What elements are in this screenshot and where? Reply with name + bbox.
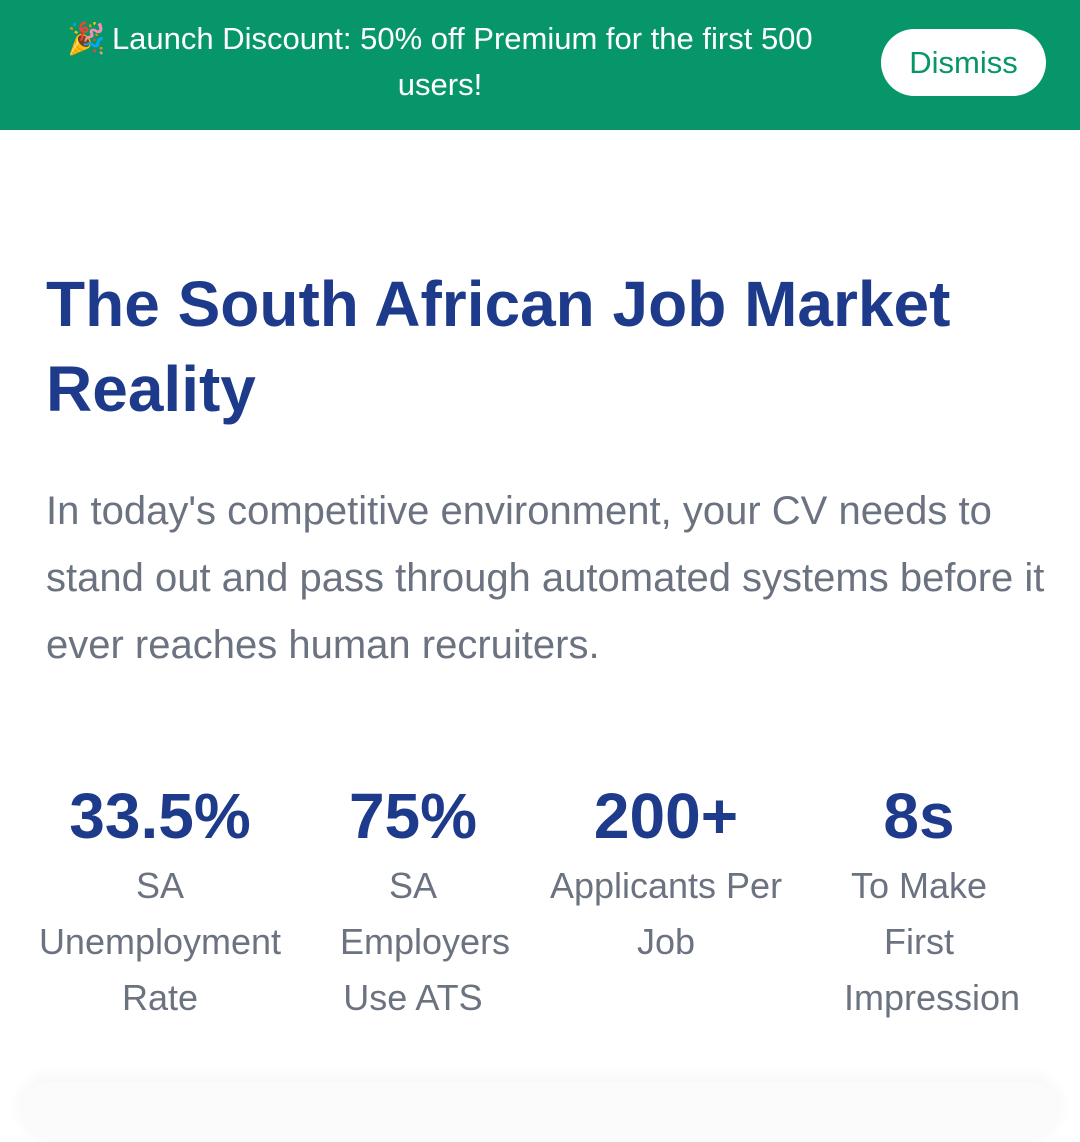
stat-ats-usage: 75% SA Employers Use ATS bbox=[282, 778, 544, 1026]
stat-value: 200+ bbox=[593, 780, 739, 852]
promo-banner-text: Launch Discount: 50% off Premium for the… bbox=[111, 21, 813, 102]
party-popper-icon: 🎉 bbox=[67, 21, 106, 56]
stat-value: 75% bbox=[348, 780, 478, 852]
promo-banner: 🎉 Launch Discount: 50% off Premium for th… bbox=[0, 0, 1080, 130]
page-title: The South African Job Market Reality bbox=[46, 268, 951, 425]
stat-first-impression: 8s To Make First Impression bbox=[788, 778, 1050, 1026]
stat-label: To Make First Impression bbox=[844, 865, 1021, 1018]
stats-row: 33.5% SA Unemployment Rate 75% SA Employ… bbox=[30, 778, 1050, 1038]
stat-label: SA Unemployment Rate bbox=[38, 865, 282, 1018]
stat-label: Applicants Per Job bbox=[549, 865, 783, 962]
stat-label: SA Employers Use ATS bbox=[340, 865, 511, 1018]
stat-applicants: 200+ Applicants Per Job bbox=[535, 778, 797, 970]
intro-paragraph: In today's competitive environment, your… bbox=[46, 489, 1045, 667]
next-section-card bbox=[20, 1082, 1060, 1142]
stat-value: 33.5% bbox=[69, 780, 251, 852]
dismiss-button[interactable]: Dismiss bbox=[881, 29, 1046, 96]
stat-unemployment: 33.5% SA Unemployment Rate bbox=[29, 778, 291, 1026]
stat-value: 8s bbox=[883, 780, 955, 852]
promo-banner-message: 🎉 Launch Discount: 50% off Premium for th… bbox=[30, 16, 850, 108]
